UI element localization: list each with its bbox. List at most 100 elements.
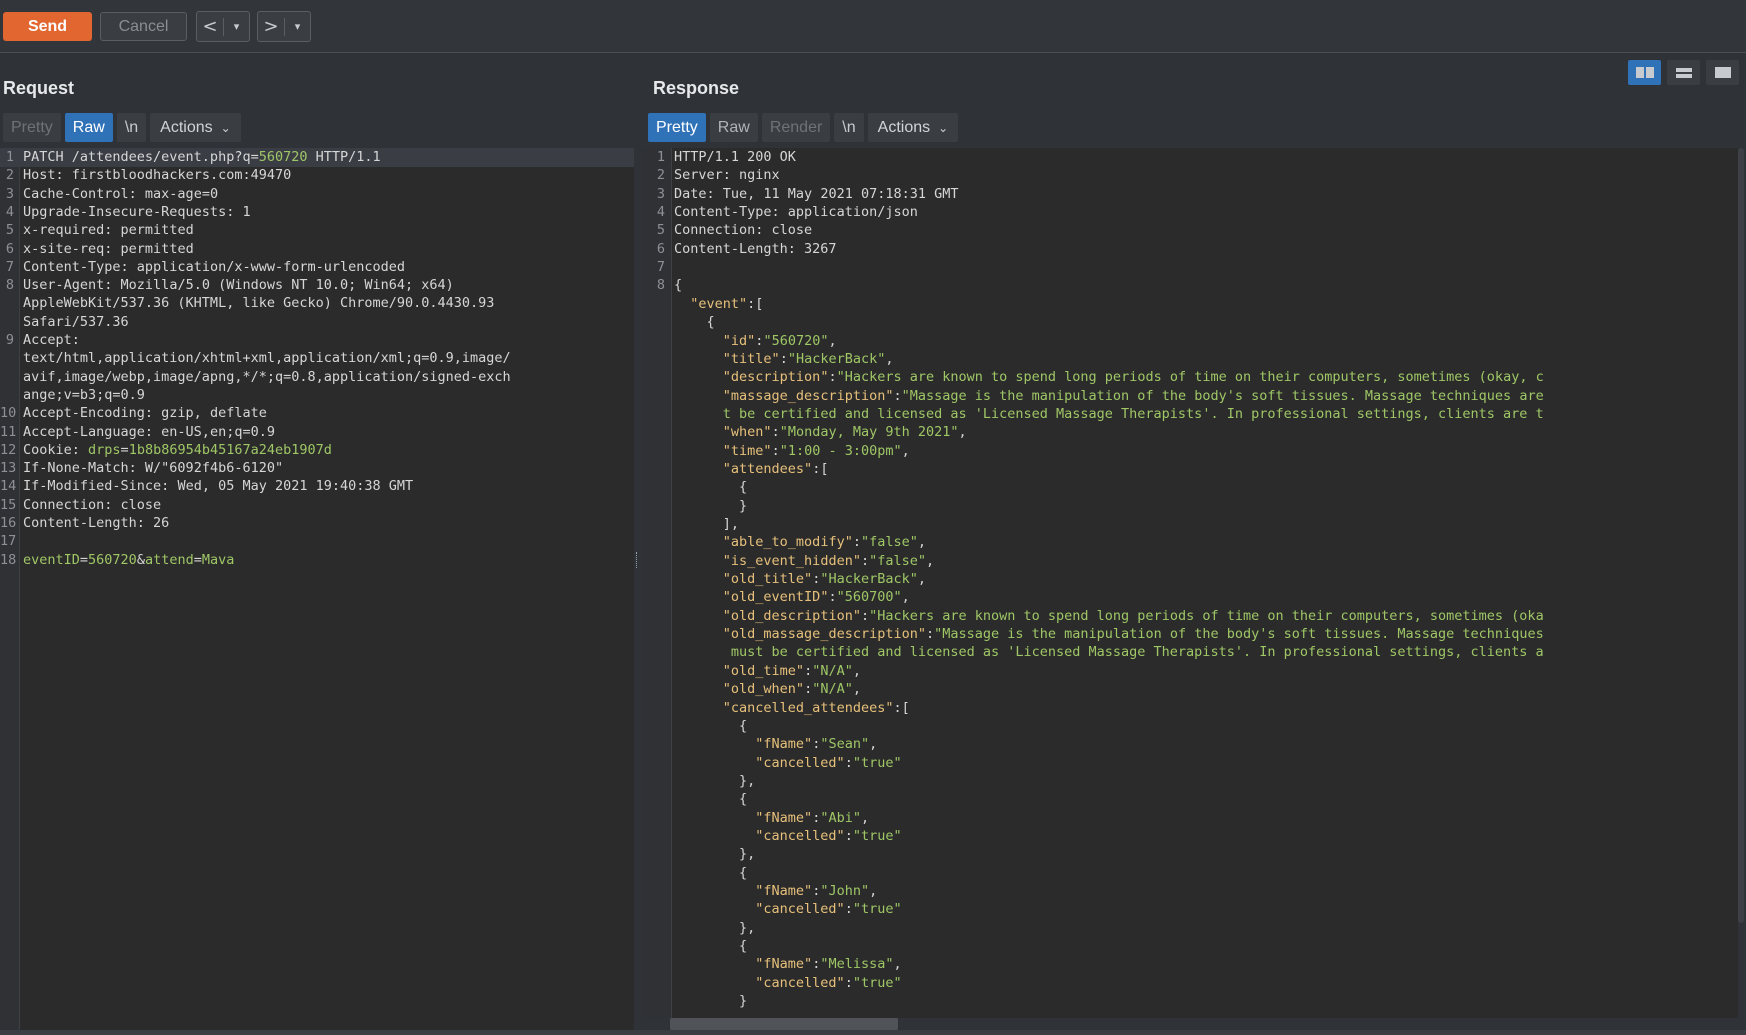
code-line[interactable]: t be certified and licensed as 'Licensed… xyxy=(642,405,1738,424)
code-line[interactable]: "event":[ xyxy=(642,295,1738,314)
request-editor[interactable]: 1 PATCH /attendees/event.php?q=560720 HTT… xyxy=(0,148,634,1030)
tab-pretty[interactable]: Pretty xyxy=(3,113,61,142)
code-line[interactable]: 6 x-site-req: permitted xyxy=(0,240,634,259)
code-line[interactable]: ], xyxy=(642,515,1738,534)
send-button[interactable]: Send xyxy=(3,12,92,41)
code-line[interactable]: 15 Connection: close xyxy=(0,496,634,515)
line-number: 16 xyxy=(0,515,17,531)
token: }, xyxy=(674,846,756,863)
code-line[interactable]: 4 Upgrade-Insecure-Requests: 1 xyxy=(0,203,634,222)
code-line[interactable]: "cancelled":"true" xyxy=(642,900,1738,919)
code-line[interactable]: 11 Accept-Language: en-US,en;q=0.9 xyxy=(0,423,634,442)
code-line[interactable]: "cancelled":"true" xyxy=(642,827,1738,846)
code-line[interactable]: 7 xyxy=(642,258,1738,277)
code-line[interactable]: 2 Server: nginx xyxy=(642,166,1738,185)
code-line[interactable]: 16 Content-Length: 26 xyxy=(0,514,634,533)
back-button[interactable]: < ▾ xyxy=(196,11,250,42)
dropdown-arrow-icon[interactable]: ▾ xyxy=(285,20,310,33)
code-line[interactable]: } xyxy=(642,497,1738,516)
code-line[interactable]: 14 If-Modified-Since: Wed, 05 May 2021 19… xyxy=(0,477,634,496)
code-line[interactable]: "old_when":"N/A", xyxy=(642,680,1738,699)
code-line[interactable]: "id":"560720", xyxy=(642,332,1738,351)
code-line[interactable]: { xyxy=(642,864,1738,883)
token: "cancelled" xyxy=(755,827,845,844)
tabbed-layout-button[interactable] xyxy=(1706,60,1739,85)
code-line[interactable]: 18 eventID=560720&attend=Mava xyxy=(0,551,634,570)
token: "N/A" xyxy=(812,681,853,698)
actions-dropdown[interactable]: Actions ⌄ xyxy=(150,113,241,142)
code-line[interactable]: { xyxy=(642,717,1738,736)
code-line[interactable]: AppleWebKit/537.36 (KHTML, like Gecko) C… xyxy=(0,294,634,313)
tab-raw[interactable]: Raw xyxy=(709,113,758,142)
code-line[interactable]: }, xyxy=(642,845,1738,864)
code-line[interactable]: { xyxy=(642,478,1738,497)
code-line[interactable]: "able_to_modify":"false", xyxy=(642,533,1738,552)
vertical-scrollbar[interactable] xyxy=(1738,148,1744,923)
code-line[interactable]: { xyxy=(642,937,1738,956)
stacked-layout-button[interactable] xyxy=(1667,60,1700,85)
code-line[interactable]: } xyxy=(642,992,1738,1011)
dropdown-arrow-icon[interactable]: ▾ xyxy=(224,20,249,33)
code-line[interactable]: "old_time":"N/A", xyxy=(642,662,1738,681)
code-line[interactable]: "massage_description":"Massage is the ma… xyxy=(642,387,1738,406)
code-line[interactable]: "attendees":[ xyxy=(642,460,1738,479)
code-line[interactable]: "title":"HackerBack", xyxy=(642,350,1738,369)
code-line[interactable]: }, xyxy=(642,919,1738,938)
code-line[interactable]: { xyxy=(642,313,1738,332)
code-line[interactable]: 5 Connection: close xyxy=(642,221,1738,240)
code-line[interactable]: 8 User-Agent: Mozilla/5.0 (Windows NT 10.… xyxy=(0,276,634,295)
tab-raw[interactable]: Raw xyxy=(64,113,113,142)
code-line[interactable]: { xyxy=(642,790,1738,809)
code-line[interactable]: "fName":"John", xyxy=(642,882,1738,901)
code-line[interactable]: "old_description":"Hackers are known to … xyxy=(642,607,1738,626)
tab-render[interactable]: Render xyxy=(761,113,831,142)
code-line[interactable]: 8{ xyxy=(642,276,1738,295)
token: en-US,en;q=0.9 xyxy=(161,423,275,440)
code-line[interactable]: Safari/537.36 xyxy=(0,313,634,332)
code-line[interactable]: "fName":"Sean", xyxy=(642,735,1738,754)
code-line[interactable]: "old_title":"HackerBack", xyxy=(642,570,1738,589)
code-line[interactable]: 7 Content-Type: application/x-www-form-ur… xyxy=(0,258,634,277)
code-line[interactable]: "fName":"Abi", xyxy=(642,809,1738,828)
response-editor[interactable]: 1 HTTP/1.1 200 OK 2 Server: nginx 3 Date: Tue… xyxy=(642,148,1738,1018)
code-line[interactable]: "time":"1:00 - 3:00pm", xyxy=(642,442,1738,461)
code-line[interactable]: "fName":"Melissa", xyxy=(642,955,1738,974)
code-line[interactable]: }, xyxy=(642,772,1738,791)
code-line[interactable]: "old_eventID":"560700", xyxy=(642,588,1738,607)
tab-newline[interactable]: \n xyxy=(834,113,864,142)
code-line[interactable]: 1 HTTP/1.1 200 OK xyxy=(642,148,1738,167)
code-line[interactable]: 4 Content-Type: application/json xyxy=(642,203,1738,222)
code-line[interactable]: must be certified and licensed as 'Licen… xyxy=(642,643,1738,662)
code-line[interactable]: "description":"Hackers are known to spen… xyxy=(642,368,1738,387)
code-line[interactable]: 3 Date: Tue, 11 May 2021 07:18:31 GMT xyxy=(642,185,1738,204)
code-line[interactable]: 12 Cookie: drps=1b8b86954b45167a24eb1907d xyxy=(0,441,634,460)
code-line[interactable]: "cancelled":"true" xyxy=(642,754,1738,773)
code-line[interactable]: text/html,application/xhtml+xml,applicat… xyxy=(0,349,634,368)
code-line[interactable]: 17 xyxy=(0,532,634,551)
code-line[interactable]: "is_event_hidden":"false", xyxy=(642,552,1738,571)
side-by-side-layout-button[interactable] xyxy=(1628,60,1661,85)
pane-splitter[interactable] xyxy=(636,552,640,568)
code-line[interactable]: 2 Host: firstbloodhackers.com:49470 xyxy=(0,166,634,185)
code-line[interactable]: "cancelled_attendees":[ xyxy=(642,699,1738,718)
code-line[interactable]: 3 Cache-Control: max-age=0 xyxy=(0,185,634,204)
horizontal-scrollbar[interactable] xyxy=(670,1018,898,1030)
actions-dropdown[interactable]: Actions ⌄ xyxy=(867,113,959,142)
tab-newline[interactable]: \n xyxy=(116,113,147,142)
code-line[interactable]: ange;v=b3;q=0.9 xyxy=(0,386,634,405)
code-line[interactable]: 6 Content-Length: 3267 xyxy=(642,240,1738,259)
code-line[interactable]: 5 x-required: permitted xyxy=(0,221,634,240)
code-line[interactable]: "old_massage_description":"Massage is th… xyxy=(642,625,1738,644)
cancel-button[interactable]: Cancel xyxy=(100,12,187,41)
code-line[interactable]: 10 Accept-Encoding: gzip, deflate xyxy=(0,404,634,423)
code-line[interactable]: avif,image/webp,image/apng,*/*;q=0.8,app… xyxy=(0,368,634,387)
code-line[interactable]: 1 PATCH /attendees/event.php?q=560720 HTT… xyxy=(0,148,634,167)
forward-button[interactable]: > ▾ xyxy=(257,11,311,42)
code-line[interactable]: "cancelled":"true" xyxy=(642,974,1738,993)
code-line[interactable]: 9 Accept: xyxy=(0,331,634,350)
tab-pretty[interactable]: Pretty xyxy=(648,113,706,142)
code-line[interactable]: 13 If-None-Match: W/"6092f4b6-6120" xyxy=(0,459,634,478)
code-line[interactable]: "when":"Monday, May 9th 2021", xyxy=(642,423,1738,442)
